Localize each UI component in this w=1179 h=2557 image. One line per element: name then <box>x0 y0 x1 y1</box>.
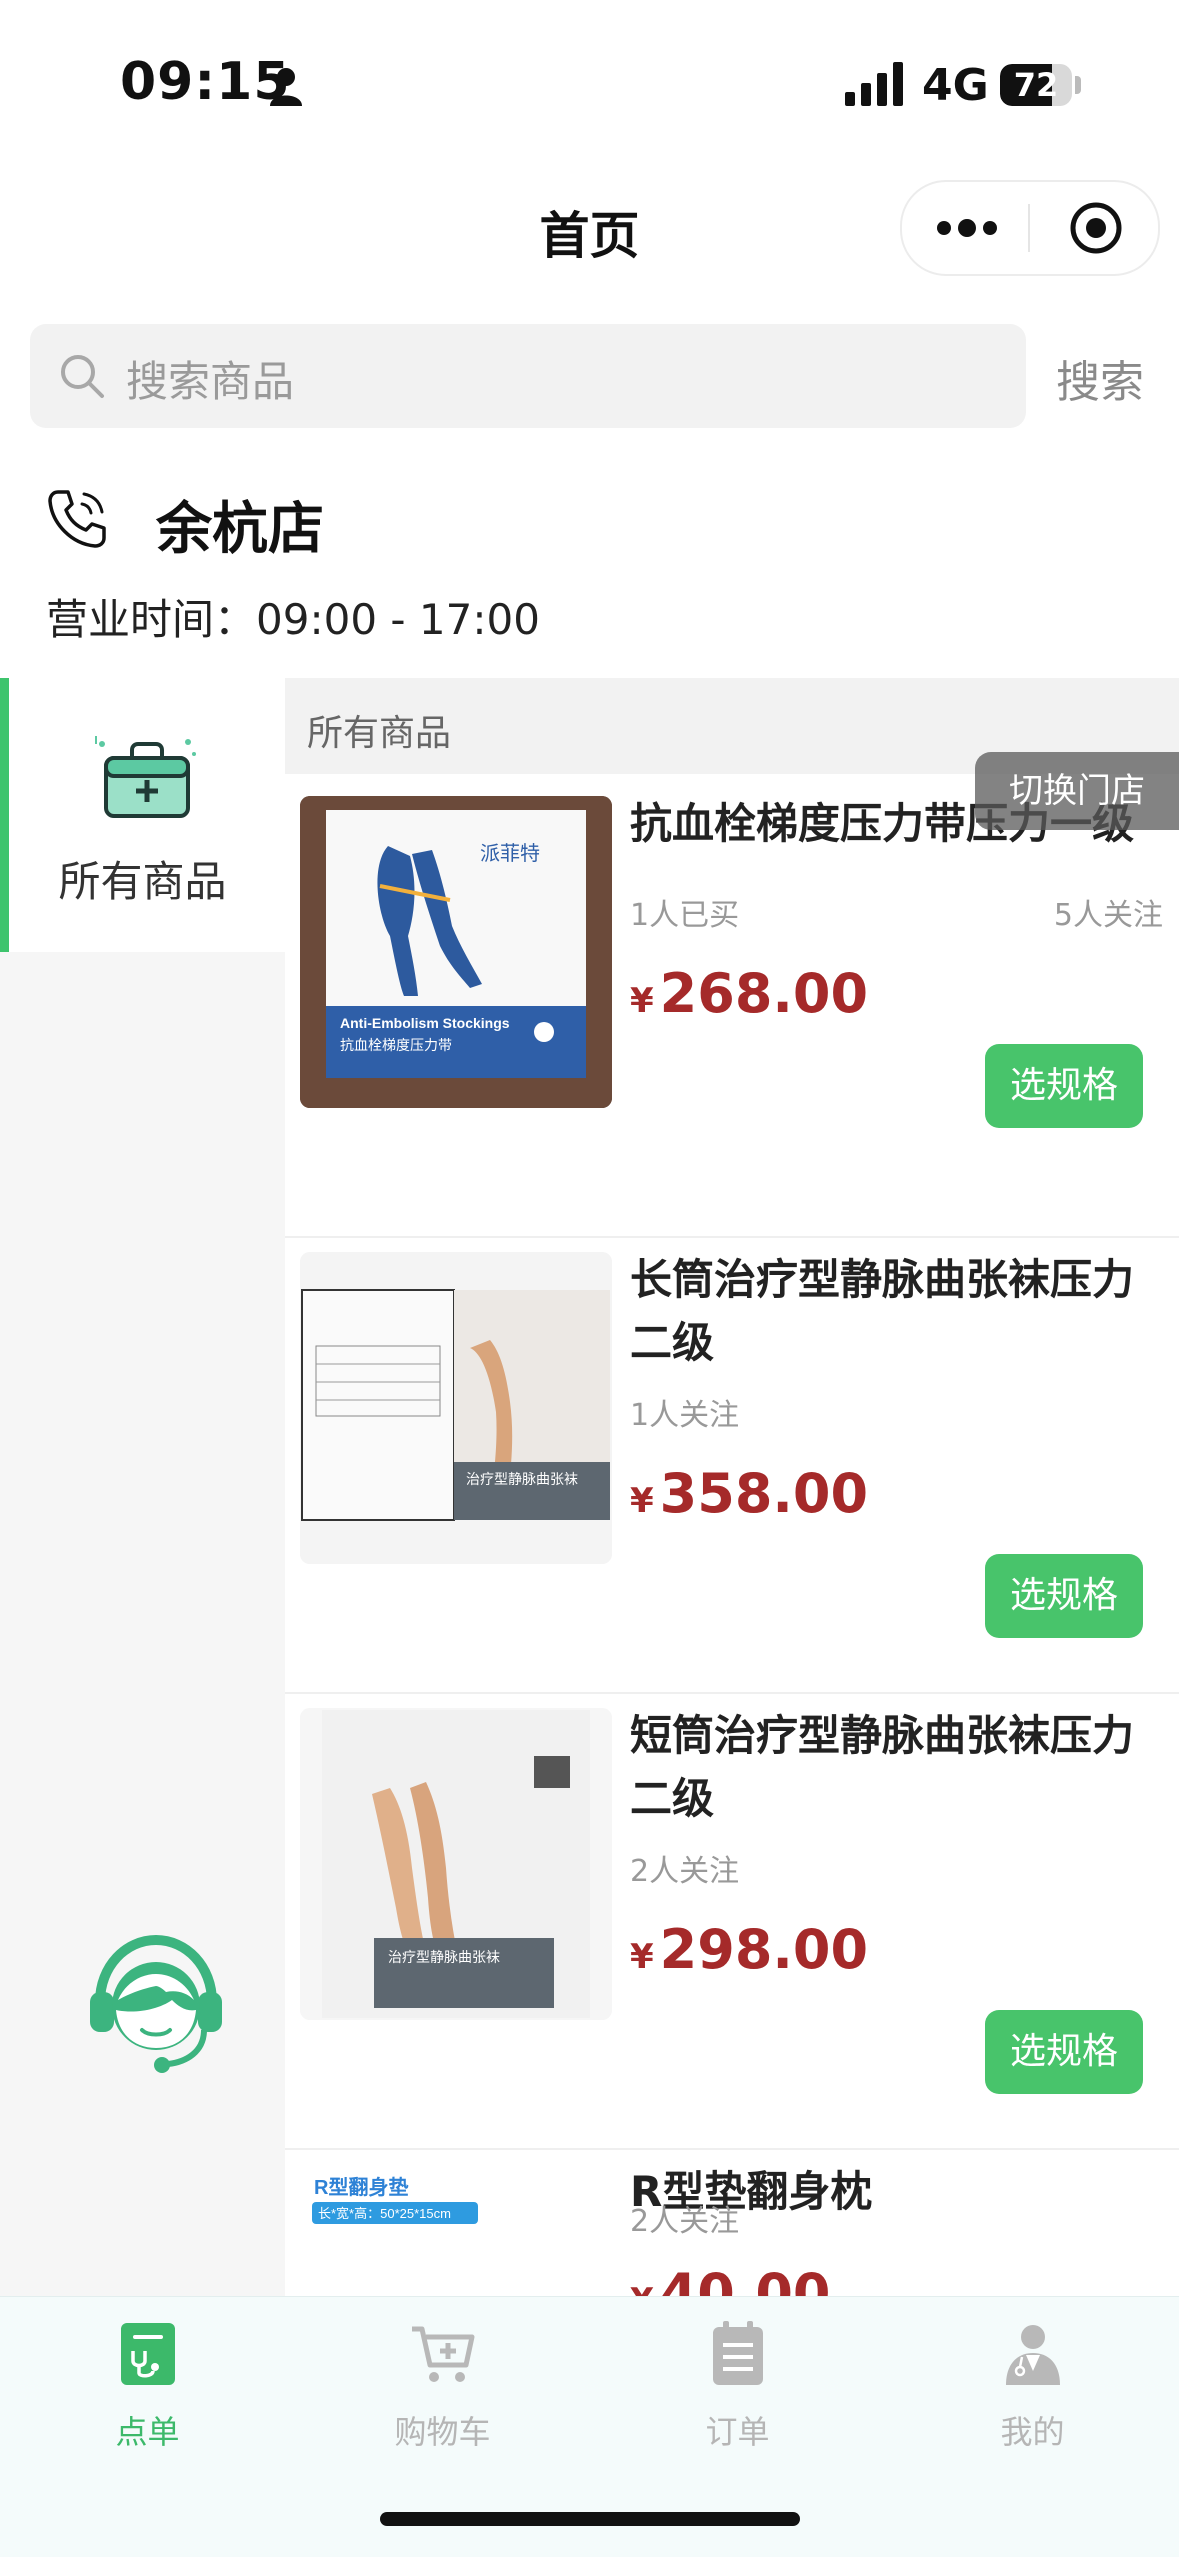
active-indicator <box>0 678 9 952</box>
battery-level: 72 <box>1013 66 1059 104</box>
signal-icon <box>845 62 903 106</box>
network-label: 4G <box>922 60 989 111</box>
status-time: 09:15 <box>120 52 291 112</box>
price-amount: 40.00 <box>659 2262 831 2296</box>
tab-label: 购物车 <box>394 2413 491 2451</box>
person-icon <box>270 68 302 106</box>
battery-tip <box>1075 76 1081 94</box>
search-icon <box>61 355 104 398</box>
product-follow-count: 5人关注 <box>1053 898 1163 933</box>
tab-orders[interactable]: 订单 <box>590 2297 885 2497</box>
currency-symbol: ¥ <box>630 1481 654 1521</box>
tab-label: 点单 <box>115 2413 180 2451</box>
price-amount: 268.00 <box>659 962 869 1025</box>
select-spec-button[interactable]: 选规格 <box>985 2010 1143 2094</box>
product-price: ¥298.00 <box>630 1918 868 1981</box>
price-amount: 298.00 <box>659 1918 869 1981</box>
search-button[interactable]: 搜索 <box>1056 346 1144 410</box>
customer-service-icon[interactable] <box>86 1930 226 2080</box>
product-image-title: R型翻身垫 <box>314 2175 408 2199</box>
switch-store-button[interactable]: 切换门店 <box>975 752 1179 830</box>
phone-icon[interactable] <box>44 486 110 552</box>
product-card[interactable]: 治疗型静脉曲张袜 短筒治疗型静脉曲张袜压力二级 2人关注 ¥298.00 选规格 <box>285 1694 1179 2150</box>
product-image[interactable]: 治疗型静脉曲张袜 <box>300 1708 612 2020</box>
battery-icon: 72 <box>1000 64 1072 106</box>
product-image[interactable]: 派菲特 Anti-Embolism Stockings 抗血栓梯度压力带 <box>300 796 612 1108</box>
product-follow-count: 2人关注 <box>630 2204 740 2239</box>
search-input[interactable]: 搜索商品 <box>30 324 1026 428</box>
status-bar: 09:15 4G 72 <box>0 0 1179 170</box>
price-amount: 358.00 <box>659 1462 869 1525</box>
tab-order[interactable]: 点单 <box>0 2297 295 2497</box>
select-spec-button[interactable]: 选规格 <box>985 1044 1143 1128</box>
tab-cart[interactable]: 购物车 <box>295 2297 590 2497</box>
more-icon[interactable] <box>934 208 1000 248</box>
product-sold-count: 1人已买 <box>630 898 740 933</box>
product-image-title: 治疗型静脉曲张袜 <box>388 1949 500 1965</box>
close-target-icon[interactable] <box>1068 200 1124 256</box>
mini-program-capsule <box>900 180 1160 276</box>
business-hours: 营业时间：09:00 - 17:00 <box>46 595 540 644</box>
home-indicator <box>380 2512 800 2526</box>
tab-profile[interactable]: 我的 <box>885 2297 1179 2497</box>
product-image-brand: 派菲特 <box>480 842 540 865</box>
first-aid-kit-icon <box>95 736 196 818</box>
product-price: ¥40.00 <box>630 2262 830 2296</box>
product-image-title: Anti-Embolism Stockings <box>340 1015 510 1031</box>
category-item-all[interactable]: 所有商品 <box>0 678 285 952</box>
store-name: 余杭店 <box>156 497 324 562</box>
product-card[interactable]: 治疗型静脉曲张袜 长筒治疗型静脉曲张袜压力二级 1人关注 ¥358.00 选规格 <box>285 1238 1179 1694</box>
product-image[interactable]: 治疗型静脉曲张袜 <box>300 1252 612 1564</box>
product-price: ¥268.00 <box>630 962 868 1025</box>
tab-label: 我的 <box>1000 2413 1065 2451</box>
select-spec-button[interactable]: 选规格 <box>985 1554 1143 1638</box>
product-price: ¥358.00 <box>630 1462 868 1525</box>
section-label: 所有商品 <box>307 713 452 754</box>
tab-label: 订单 <box>705 2413 770 2451</box>
product-follow-count: 2人关注 <box>630 1854 740 1889</box>
currency-symbol: ¥ <box>630 981 654 1021</box>
product-card[interactable]: 派菲特 Anti-Embolism Stockings 抗血栓梯度压力带 抗血栓… <box>285 782 1179 1238</box>
search-placeholder: 搜索商品 <box>126 357 295 406</box>
product-name[interactable]: 短筒治疗型静脉曲张袜压力二级 <box>630 1704 1160 1830</box>
cart-icon <box>412 2326 475 2382</box>
category-label: 所有商品 <box>58 857 227 906</box>
order-clipboard-icon <box>121 2323 175 2385</box>
product-name[interactable]: 长筒治疗型静脉曲张袜压力二级 <box>630 1248 1160 1374</box>
product-image-title: 治疗型静脉曲张袜 <box>466 1471 578 1487</box>
capsule-divider <box>1028 204 1030 252</box>
order-list-icon <box>713 2321 763 2385</box>
product-image-subtitle: 抗血栓梯度压力带 <box>340 1037 452 1053</box>
product-image[interactable]: R型翻身垫 长*宽*高：50*25*15cm <box>300 2164 612 2296</box>
doctor-profile-icon <box>1006 2325 1060 2385</box>
product-image-subtitle: 长*宽*高：50*25*15cm <box>318 2206 451 2221</box>
currency-symbol: ¥ <box>630 1937 654 1977</box>
currency-symbol: ¥ <box>630 2281 654 2296</box>
product-follow-count: 1人关注 <box>630 1398 740 1433</box>
